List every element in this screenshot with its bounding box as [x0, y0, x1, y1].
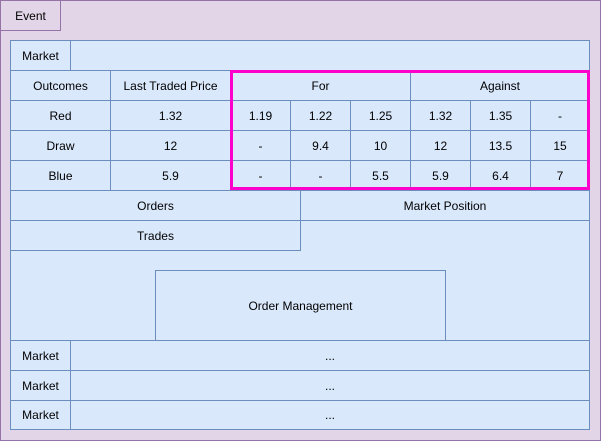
for-price-cell[interactable]: -	[230, 130, 291, 161]
other-market-row[interactable]: ...	[70, 340, 590, 371]
trades-section[interactable]: Trades	[10, 220, 301, 251]
against-price-cell[interactable]: 1.35	[470, 100, 531, 131]
for-price-cell[interactable]: -	[290, 160, 351, 191]
for-price-cell[interactable]: 5.5	[350, 160, 411, 191]
other-market-row[interactable]: ...	[70, 400, 590, 430]
for-price-cell[interactable]: 9.4	[290, 130, 351, 161]
against-price-cell[interactable]: 15	[530, 130, 590, 161]
for-price-cell[interactable]: 10	[350, 130, 411, 161]
ltp-cell: 5.9	[110, 160, 231, 191]
for-price-cell[interactable]: 1.25	[350, 100, 411, 131]
against-price-cell[interactable]: 1.32	[410, 100, 471, 131]
ltp-cell: 1.32	[110, 100, 231, 131]
header-against: Against	[410, 70, 590, 101]
against-price-cell[interactable]: 7	[530, 160, 590, 191]
header-for: For	[230, 70, 411, 101]
event-label: Event	[15, 8, 46, 23]
outcome-cell: Red	[10, 100, 111, 131]
market-label: Market	[22, 48, 59, 63]
against-price-cell[interactable]: 5.9	[410, 160, 471, 191]
other-market-label[interactable]: Market	[10, 400, 71, 430]
against-price-cell[interactable]: 12	[410, 130, 471, 161]
orders-section[interactable]: Orders	[10, 190, 301, 221]
order-management-section[interactable]: Order Management	[155, 270, 446, 341]
for-price-cell[interactable]: 1.22	[290, 100, 351, 131]
other-market-label[interactable]: Market	[10, 370, 71, 401]
against-price-cell[interactable]: 6.4	[470, 160, 531, 191]
header-outcomes: Outcomes	[10, 70, 111, 101]
market-position-section[interactable]: Market Position	[300, 190, 590, 221]
header-last-traded-price: Last Traded Price	[110, 70, 231, 101]
against-price-cell[interactable]: -	[530, 100, 590, 131]
against-price-cell[interactable]: 13.5	[470, 130, 531, 161]
market-name-cell	[70, 40, 590, 71]
for-price-cell[interactable]: -	[230, 160, 291, 191]
market-label-cell[interactable]: Market	[10, 40, 71, 71]
other-market-row[interactable]: ...	[70, 370, 590, 401]
outcome-cell: Draw	[10, 130, 111, 161]
for-price-cell[interactable]: 1.19	[230, 100, 291, 131]
event-tab[interactable]: Event	[0, 0, 61, 31]
outcome-cell: Blue	[10, 160, 111, 191]
ltp-cell: 12	[110, 130, 231, 161]
other-market-label[interactable]: Market	[10, 340, 71, 371]
